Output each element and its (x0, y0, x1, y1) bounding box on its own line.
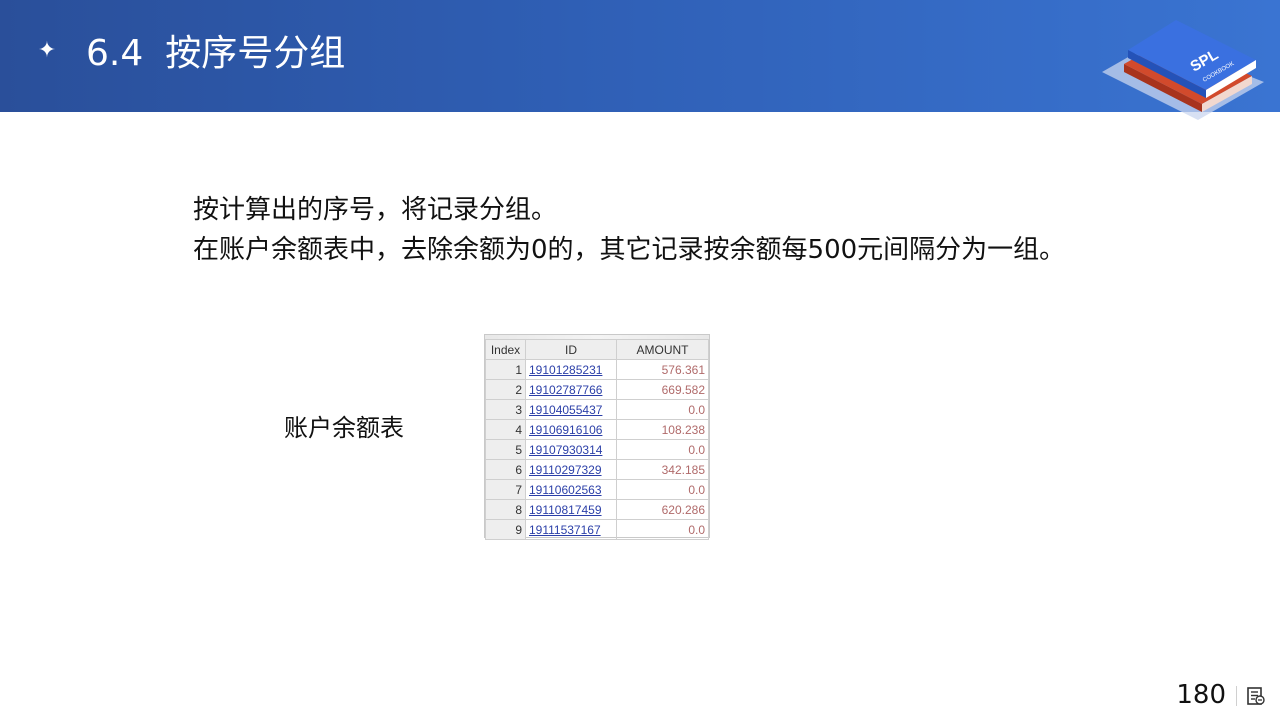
table-caption: 账户余额表 (284, 414, 404, 442)
table-row: 7 19110602563 0.0 (485, 479, 709, 500)
slide-title: 6.4 按序号分组 (86, 30, 345, 78)
row-amount: 576.361 (616, 359, 709, 380)
account-balance-table: Index ID AMOUNT 1 19101285231 576.361 2 … (484, 334, 710, 540)
description-line-1: 按计算出的序号，将记录分组。 (193, 195, 558, 225)
page-number: 180 (1176, 680, 1226, 710)
table-row: 2 19102787766 669.582 (485, 379, 709, 400)
table-row: 5 19107930314 0.0 (485, 439, 709, 460)
row-id-cell: 19107930314 (525, 439, 617, 460)
row-amount: 342.185 (616, 459, 709, 480)
row-index: 3 (485, 399, 526, 420)
four-point-star-icon: ✦ (37, 38, 57, 63)
table-row: 9 19111537167 0.0 (485, 519, 709, 540)
section-title: 按序号分组 (165, 33, 346, 74)
balance-grid: Index ID AMOUNT 1 19101285231 576.361 2 … (485, 339, 709, 540)
row-amount: 669.582 (616, 379, 709, 400)
table-row: 4 19106916106 108.238 (485, 419, 709, 440)
row-index: 6 (485, 459, 526, 480)
row-id-link[interactable]: 19110817459 (529, 503, 602, 517)
row-amount: 0.0 (616, 439, 709, 460)
row-amount: 108.238 (616, 419, 709, 440)
row-id-link[interactable]: 19104055437 (529, 403, 602, 417)
row-id-cell: 19106916106 (525, 419, 617, 440)
row-index: 9 (485, 519, 526, 540)
row-index: 7 (485, 479, 526, 500)
row-amount: 0.0 (616, 519, 709, 540)
column-header-id: ID (525, 339, 617, 360)
row-id-cell: 19110817459 (525, 499, 617, 520)
row-index: 8 (485, 499, 526, 520)
row-id-link[interactable]: 19111537167 (529, 523, 601, 537)
table-row: 1 19101285231 576.361 (485, 359, 709, 380)
description-line-2: 在账户余额表中，去除余额为0的，其它记录按余额每500元间隔分为一组。 (193, 235, 1066, 265)
table-row: 6 19110297329 342.185 (485, 459, 709, 480)
column-header-index: Index (485, 339, 526, 360)
section-number: 6.4 (86, 33, 144, 74)
row-amount: 0.0 (616, 399, 709, 420)
row-id-cell: 19102787766 (525, 379, 617, 400)
column-header-amount: AMOUNT (616, 339, 709, 360)
spl-cookbook-logo: SPL COOKBOOK (1102, 20, 1264, 120)
row-id-cell: 19111537167 (525, 519, 617, 540)
row-id-cell: 19101285231 (525, 359, 617, 380)
row-id-link[interactable]: 19110297329 (529, 463, 602, 477)
table-header-row: Index ID AMOUNT (485, 339, 709, 360)
row-id-cell: 19104055437 (525, 399, 617, 420)
row-amount: 0.0 (616, 479, 709, 500)
slide-notes-icon[interactable] (1246, 686, 1266, 706)
table-row: 3 19104055437 0.0 (485, 399, 709, 420)
table-row: 8 19110817459 620.286 (485, 499, 709, 520)
slide-description: 按计算出的序号，将记录分组。 在账户余额表中，去除余额为0的，其它记录按余额每5… (193, 190, 1193, 270)
row-amount: 620.286 (616, 499, 709, 520)
row-id-link[interactable]: 19107930314 (529, 443, 602, 457)
row-id-link[interactable]: 19101285231 (529, 363, 602, 377)
footer-divider (1236, 686, 1237, 706)
slide-header: ✦ 6.4 按序号分组 (0, 0, 1280, 112)
row-index: 2 (485, 379, 526, 400)
row-id-link[interactable]: 19110602563 (529, 483, 602, 497)
row-id-cell: 19110297329 (525, 459, 617, 480)
row-index: 5 (485, 439, 526, 460)
row-id-link[interactable]: 19102787766 (529, 383, 602, 397)
row-id-cell: 19110602563 (525, 479, 617, 500)
row-id-link[interactable]: 19106916106 (529, 423, 602, 437)
row-index: 1 (485, 359, 526, 380)
row-index: 4 (485, 419, 526, 440)
